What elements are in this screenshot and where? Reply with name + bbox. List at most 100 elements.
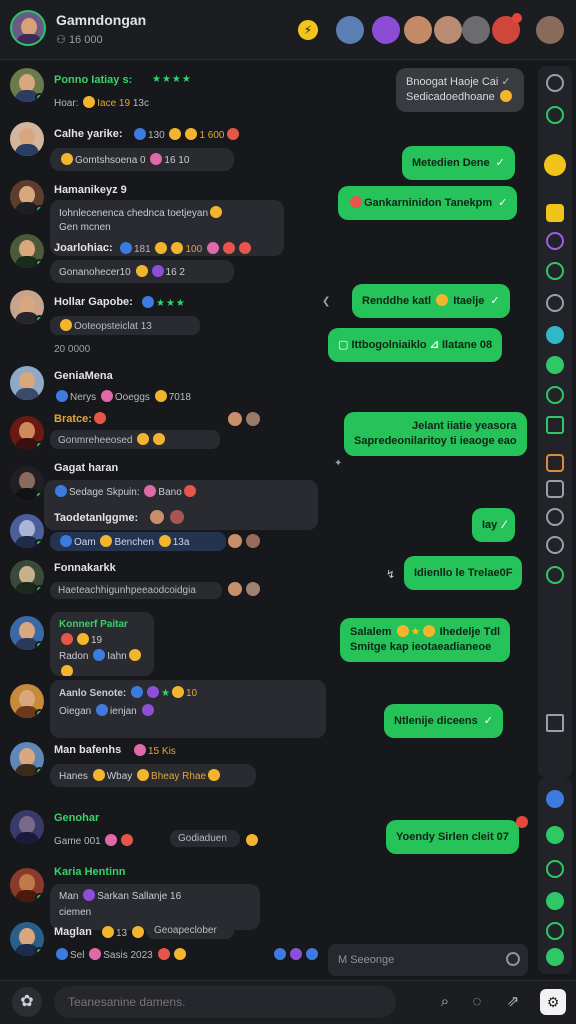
message-bubble[interactable]: Gomtshsoena 0 16 10 [50,148,234,171]
search-icon[interactable] [506,952,520,966]
avatar[interactable] [10,466,44,500]
recent-icon[interactable] [546,74,564,92]
reaction-avatar[interactable] [246,534,260,548]
member-avatar[interactable] [434,16,462,44]
sticker-icon[interactable] [546,204,564,222]
outgoing-message[interactable]: Idienllo le Trelae0F [404,556,523,590]
camera-icon[interactable] [546,454,564,472]
sender-name[interactable]: Karia Hentinn [54,866,126,878]
mail-icon[interactable] [546,714,564,732]
share-icon[interactable]: ⇗ [504,993,522,1011]
outgoing-message[interactable]: ▢ Ittbogolniaiklo ⊿ Ilatane 08 [328,328,503,362]
avatar[interactable] [10,742,44,776]
emoji-face-icon[interactable] [546,826,564,844]
settings-icon[interactable]: ⚙ [540,989,566,1015]
avatar[interactable] [10,290,44,324]
message-list[interactable]: Ponno Iatiay s: ★★★★ Hoar: Iace 19 13c C… [0,60,536,980]
search-icon[interactable]: ⌕ [436,993,454,1011]
sender-name[interactable]: Taodetanlggme: [54,512,138,524]
group-avatar[interactable] [10,10,46,46]
reaction-avatar[interactable] [228,412,242,426]
reaction-icon[interactable]: ❮ [322,296,330,307]
sender-name[interactable]: Hollar Gapobe: [54,296,133,308]
avatar[interactable] [10,180,44,214]
sender-name[interactable]: Genohar [54,812,99,824]
reaction-avatar[interactable] [246,412,260,426]
globe-icon[interactable] [546,922,564,940]
sender-name[interactable]: Joarlohiac: [54,242,113,254]
emoji-icon[interactable] [544,154,566,176]
sender-name[interactable]: Gagat haran [54,462,118,474]
reaction-avatar[interactable] [246,582,260,596]
emoji-face-icon[interactable] [546,356,564,374]
sender-name[interactable]: Man bafenhs [54,744,121,756]
message-bubble[interactable]: Godiaduen [170,830,240,847]
message-input[interactable] [54,986,396,1018]
message-bubble[interactable]: Ooteopsteiclat 13 [50,316,200,335]
member-avatar[interactable] [372,16,400,44]
puzzle-icon[interactable] [546,480,564,498]
avatar[interactable] [10,514,44,548]
circle-icon[interactable] [546,232,564,250]
avatar[interactable] [10,868,44,902]
message-bubble[interactable]: Haeteachhigunhpeeaodcoidgia [50,582,222,599]
sender-name[interactable]: Ponno Iatiay s: [54,74,132,86]
sender-name[interactable]: Calhe yarike: [54,128,122,140]
message-bubble[interactable]: Oam Benchen 13a [50,532,226,551]
message-bubble[interactable]: Konnerf Paitar 19 Radon Iahn [50,612,154,676]
outgoing-message[interactable]: Renddhe katl Itaelje ✓ [352,284,510,318]
leaf-icon[interactable] [546,892,564,910]
avatar[interactable] [10,416,44,450]
member-avatar[interactable] [536,16,564,44]
sender-name[interactable]: GeniaMena [54,370,113,382]
outgoing-message[interactable]: Metedien Dene ✓ [402,146,515,180]
search-input[interactable]: M Seeonge [328,944,528,976]
pen-icon[interactable] [546,416,564,434]
avatar[interactable] [10,684,44,718]
reaction-icon[interactable]: ↯ [386,568,395,581]
avatar[interactable] [10,366,44,400]
message-bubble[interactable]: Aanlo Senote: ★ 10 Oiegan ienjan [50,680,326,738]
outgoing-message[interactable]: Ntlenije diceens ✓ [384,704,503,738]
message-bubble[interactable]: Geoapeclober [146,922,234,939]
sender-name[interactable]: Bratce: [54,412,108,425]
avatar[interactable] [10,234,44,268]
sparkle-icon[interactable] [546,106,564,124]
reaction-avatar[interactable] [228,582,242,596]
refresh-icon[interactable] [546,262,564,280]
pin-icon[interactable] [546,294,564,312]
outgoing-message[interactable]: Iay ⁄ [472,508,516,542]
sender-name[interactable]: Fonnakarkk [54,562,116,574]
send-icon[interactable] [546,948,564,966]
gift-icon[interactable] [546,508,564,526]
outgoing-message[interactable]: Gankarninidon Tanekpm ✓ [338,186,518,220]
avatar[interactable] [10,922,44,956]
reaction-avatar[interactable] [228,534,242,548]
member-avatar[interactable] [336,16,364,44]
message-bubble[interactable]: Gonanohecer10 16 2 [50,260,234,283]
profile-icon[interactable] [546,790,564,808]
outgoing-message[interactable]: Jelant iiatie yeasora Sapredeonilaritoy t… [344,412,527,456]
reaction-avatar[interactable] [170,510,184,524]
member-avatar[interactable] [404,16,432,44]
avatar[interactable] [10,560,44,594]
outgoing-message[interactable]: Salalem ★ Ihedelje Tdl Smitge kap ieotaea… [340,618,511,662]
link-icon[interactable] [546,566,564,584]
reaction-icon[interactable]: ✦ [334,458,342,469]
clock-icon[interactable] [546,536,564,554]
pen-icon[interactable] [546,860,564,878]
sticker-icon[interactable]: ◌ [468,993,486,1011]
sender-name[interactable]: Hamanikeyz 9 [54,184,127,196]
game-icon[interactable] [546,386,564,404]
lightning-icon[interactable]: ⚡ [298,20,318,40]
member-avatar[interactable] [462,16,490,44]
chat-icon[interactable] [546,326,564,344]
message-bubble[interactable]: Gonmreheeosed [50,430,220,449]
reaction-avatar[interactable] [150,510,164,524]
outgoing-message[interactable]: Yoendy Sirlen cleit 07 [386,820,519,854]
avatar[interactable] [10,68,44,102]
member-avatar[interactable] [492,13,522,44]
avatar[interactable] [10,122,44,156]
outgoing-message[interactable]: Bnoogat Haoje Cai ✓ Sedicadoedhoane [396,68,524,112]
avatar[interactable] [10,810,44,844]
